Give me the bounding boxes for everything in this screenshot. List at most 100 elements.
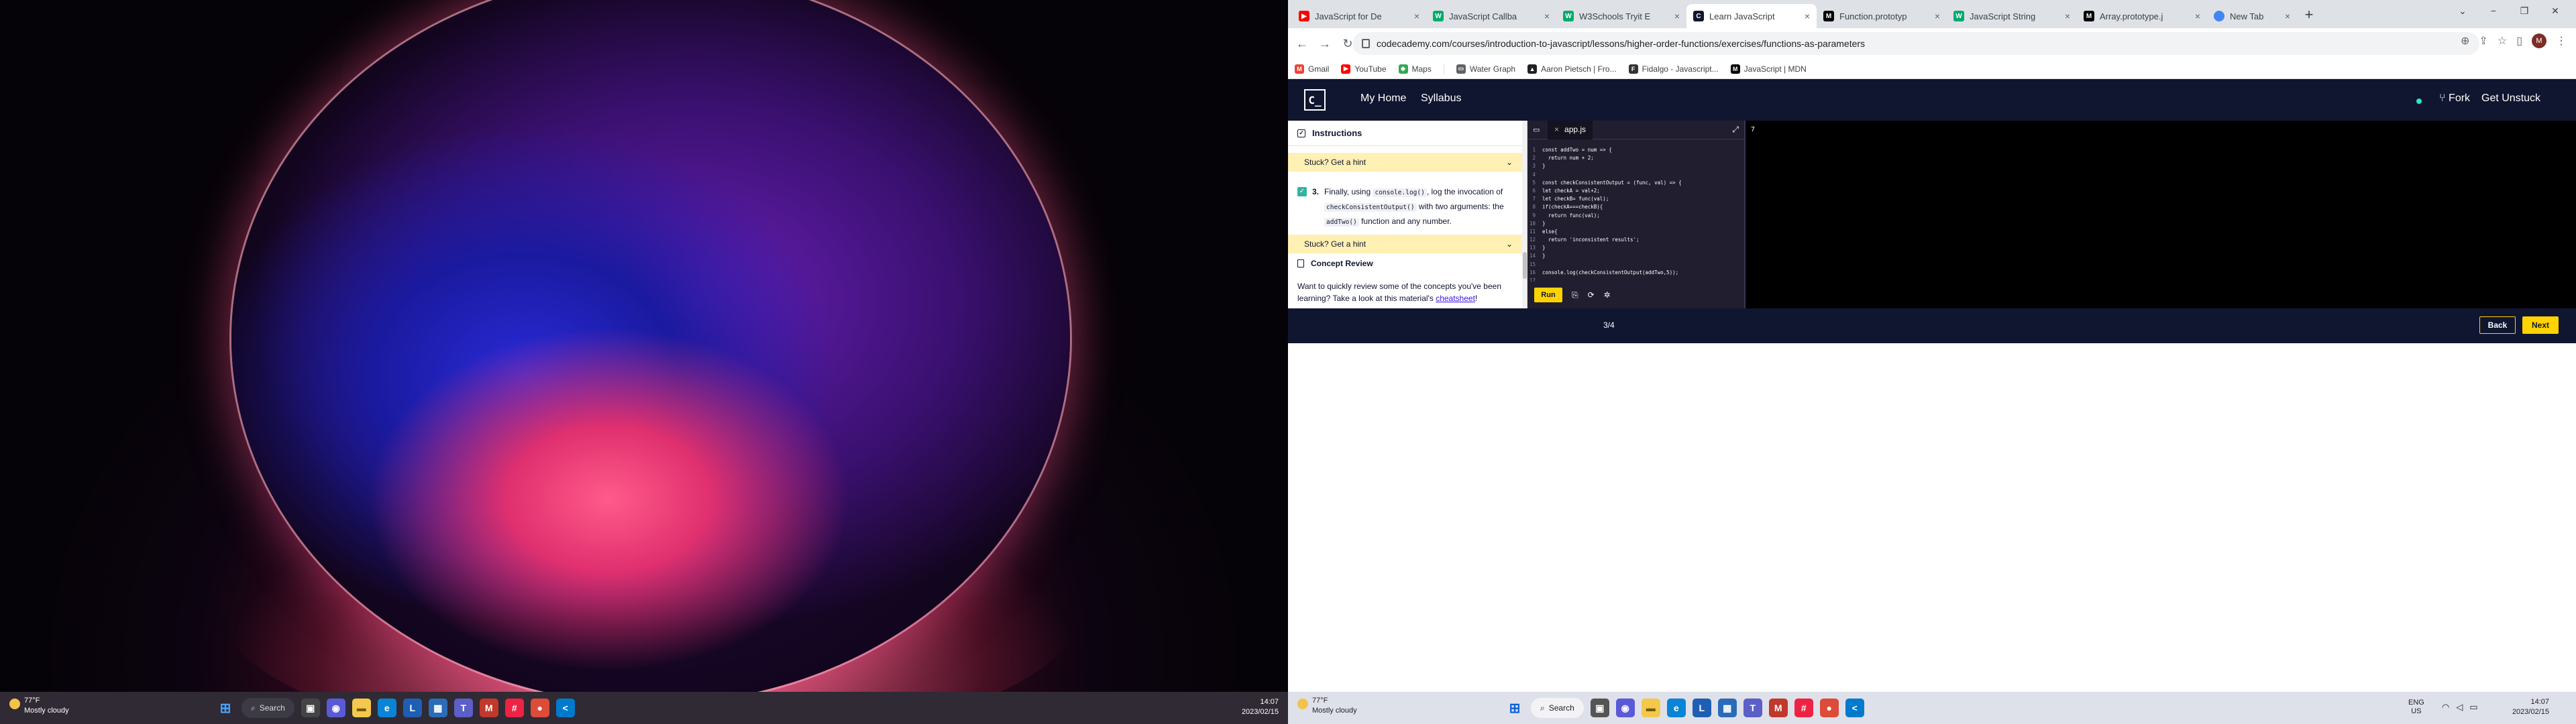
taskbar-search[interactable]: ⌕ Search xyxy=(1531,698,1584,718)
browser-toolbar: ← → ↻ codecademy.com/courses/introductio… xyxy=(1288,28,2576,59)
calendar-icon[interactable]: ▦ xyxy=(1717,699,1737,717)
back-button[interactable]: Back xyxy=(2479,316,2516,334)
hint-toggle[interactable]: Stuck? Get a hint ⌄ xyxy=(1288,153,1522,172)
task-checkbox-icon[interactable]: ✓ xyxy=(1297,187,1307,196)
close-tab-icon[interactable]: × xyxy=(1414,11,1419,21)
file-explorer-icon[interactable]: ▬ xyxy=(1641,699,1660,717)
close-tab-icon[interactable]: × xyxy=(1544,11,1550,21)
bookmark-item[interactable]: M JavaScript | MDN xyxy=(1730,64,1807,74)
close-tab-icon[interactable]: × xyxy=(2285,11,2290,21)
get-unstuck-button[interactable]: Get Unstuck xyxy=(2481,93,2540,105)
task-view-icon[interactable]: ▣ xyxy=(1590,699,1609,717)
taskbar-clock[interactable]: 14:07 2023/02/15 xyxy=(2512,697,2549,717)
mcafee-icon[interactable]: M xyxy=(1768,699,1788,717)
search-icon: ⌕ xyxy=(1540,703,1545,713)
back-arrow-icon[interactable]: ← xyxy=(1291,32,1313,55)
run-button[interactable]: Run xyxy=(1534,288,1562,302)
browser-tab-active[interactable]: C Learn JavaScript × xyxy=(1686,4,1817,28)
fork-button[interactable]: ⑂ Fork xyxy=(2439,93,2470,105)
close-tab-icon[interactable]: × xyxy=(1805,11,1810,21)
copy-code-icon[interactable]: ⎘ xyxy=(1572,290,1578,300)
chat-icon[interactable]: ◉ xyxy=(326,699,345,717)
line-number: 12 xyxy=(1529,237,1536,243)
battery-icon[interactable]: ▭ xyxy=(2469,702,2477,713)
teams-icon[interactable]: T xyxy=(453,699,473,717)
wifi-icon[interactable]: ◠ xyxy=(2442,702,2449,713)
browser-tab[interactable]: W W3Schools Tryit E × xyxy=(1556,4,1686,28)
menu-kebab-icon[interactable]: ⋮ xyxy=(2556,34,2567,48)
bookmark-item[interactable]: M Gmail xyxy=(1295,64,1329,74)
new-tab-button[interactable]: + xyxy=(2300,5,2318,24)
vscode-icon[interactable]: < xyxy=(1845,699,1864,717)
instructions-header[interactable]: ✓ Instructions xyxy=(1288,121,1522,146)
slack-icon[interactable]: # xyxy=(504,699,524,717)
bookmark-star-icon[interactable]: ☆ xyxy=(2498,34,2507,48)
address-bar[interactable]: codecademy.com/courses/introduction-to-j… xyxy=(1352,32,2479,55)
bookmark-item[interactable]: ◆ Maps xyxy=(1398,64,1432,74)
restore-icon[interactable]: ❐ xyxy=(2509,0,2540,21)
taskbar-clock[interactable]: 14:07 2023/02/15 xyxy=(1242,697,1279,717)
close-window-icon[interactable]: ✕ xyxy=(2540,0,2571,21)
minimize-icon[interactable]: − xyxy=(2478,0,2509,21)
next-button[interactable]: Next xyxy=(2522,316,2559,334)
tab-search-icon[interactable]: ⌄ xyxy=(2447,0,2478,21)
instructions-scrollbar[interactable] xyxy=(1522,121,1527,308)
weather-widget[interactable]: 77°F Mostly cloudy xyxy=(1297,696,1357,716)
editor-file-tab[interactable]: × app.js xyxy=(1548,121,1593,139)
browser-tab[interactable]: ▶ JavaScript for De × xyxy=(1292,4,1426,28)
edge-icon[interactable]: e xyxy=(1666,699,1686,717)
bookmark-item[interactable]: ▶ YouTube xyxy=(1341,64,1387,74)
nav-my-home[interactable]: My Home xyxy=(1360,93,1406,105)
share-icon[interactable]: ⇪ xyxy=(2479,34,2487,48)
browser-tab[interactable]: M Array.prototype.j × xyxy=(2077,4,2207,28)
browser-tab[interactable]: M Function.prototyp × xyxy=(1817,4,1947,28)
weather-widget[interactable]: 77°F Mostly cloudy xyxy=(9,696,69,716)
close-file-icon[interactable]: × xyxy=(1554,125,1559,134)
task-view-icon[interactable]: ▣ xyxy=(301,699,320,717)
debug-icon[interactable]: ✲ xyxy=(1604,290,1611,300)
reset-icon[interactable]: ⟳ xyxy=(1588,290,1595,300)
cheatsheet-link[interactable]: cheatsheet xyxy=(1436,294,1475,303)
slack-icon[interactable]: # xyxy=(1794,699,1813,717)
teams-icon[interactable]: T xyxy=(1743,699,1762,717)
close-tab-icon[interactable]: × xyxy=(1935,11,1940,21)
bookmark-item[interactable]: F Fidalgo - Javascript... xyxy=(1628,64,1719,74)
folder-icon[interactable]: ▭ xyxy=(1533,125,1540,134)
side-panel-icon[interactable]: ▯ xyxy=(2516,34,2522,48)
hint-toggle[interactable]: Stuck? Get a hint ⌄ xyxy=(1288,235,1522,253)
code-editor[interactable]: 1 const addTwo = num => {2 return num + 2… xyxy=(1527,146,1744,285)
calendar-icon[interactable]: ▦ xyxy=(428,699,447,717)
close-tab-icon[interactable]: × xyxy=(2065,11,2070,21)
chrome-icon[interactable]: ● xyxy=(1819,699,1839,717)
vscode-icon[interactable]: < xyxy=(555,699,575,717)
windows-start-icon[interactable]: ⊞ xyxy=(216,699,235,717)
taskbar-search[interactable]: ⌕ Search xyxy=(241,698,294,718)
chrome-icon[interactable]: ● xyxy=(530,699,549,717)
bookmark-item[interactable]: ▲ Aaron Pietsch | Fro... xyxy=(1527,64,1617,74)
file-explorer-icon[interactable]: ▬ xyxy=(352,699,371,717)
browser-tab[interactable]: W JavaScript String × xyxy=(1947,4,2077,28)
forward-arrow-icon[interactable]: → xyxy=(1313,32,1336,55)
concept-review-title: Concept Review xyxy=(1311,259,1373,268)
close-tab-icon[interactable]: × xyxy=(2195,11,2200,21)
gmail-icon: M xyxy=(1295,64,1304,74)
volume-icon[interactable]: ◁ xyxy=(2456,702,2463,713)
windows-start-icon[interactable]: ⊞ xyxy=(1505,699,1524,717)
install-app-icon[interactable]: ⊕ xyxy=(2461,34,2469,48)
nav-syllabus[interactable]: Syllabus xyxy=(1421,93,1461,105)
codecademy-logo[interactable]: C_ xyxy=(1304,89,1326,111)
close-tab-icon[interactable]: × xyxy=(1674,11,1680,21)
bookmark-item[interactable]: ▭ Water Graph xyxy=(1456,64,1515,74)
language-indicator[interactable]: ENG US xyxy=(2408,699,2424,716)
browser-tab[interactable]: W JavaScript Callba × xyxy=(1426,4,1556,28)
code-text: } xyxy=(1542,220,1546,227)
mcafee-icon[interactable]: M xyxy=(479,699,498,717)
todo-icon[interactable]: L xyxy=(1692,699,1711,717)
profile-avatar[interactable]: M xyxy=(2532,34,2546,48)
browser-tab[interactable]: New Tab × xyxy=(2207,4,2297,28)
todo-icon[interactable]: L xyxy=(402,699,422,717)
edge-icon[interactable]: e xyxy=(377,699,396,717)
expand-icon[interactable]: ⤢ xyxy=(1732,125,1739,135)
chat-icon[interactable]: ◉ xyxy=(1615,699,1635,717)
scroll-thumb[interactable] xyxy=(1523,252,1527,279)
